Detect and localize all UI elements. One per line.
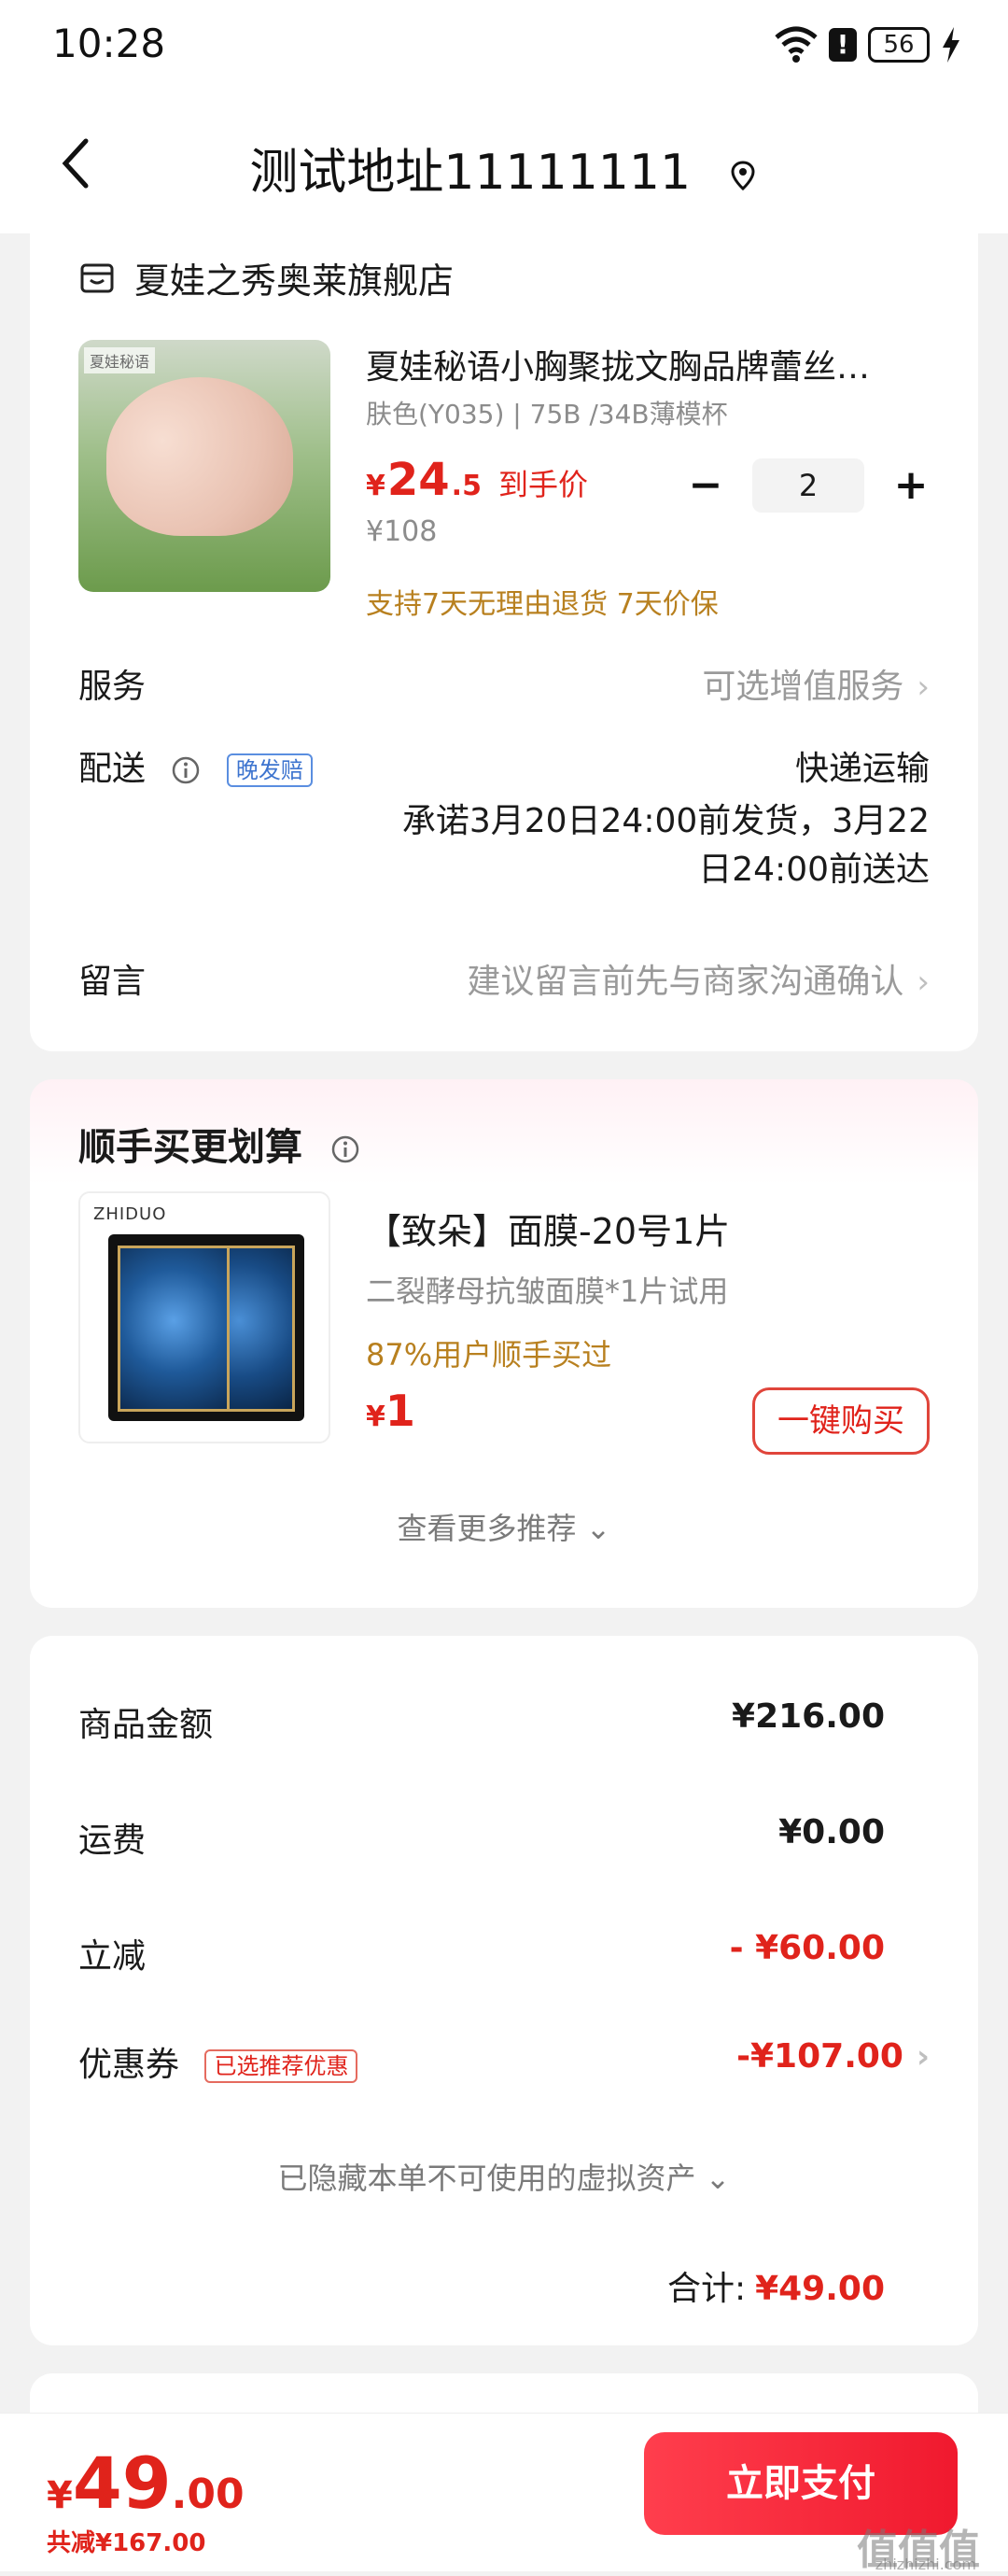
addon-image-brand: ZHIDUO [93, 1204, 167, 1224]
addon-purchase-stat: 87%用户顺手买过 [366, 1337, 612, 1372]
addon-price-symbol: ¥ [366, 1401, 385, 1433]
order-card: 夏娃之秀奥莱旗舰店 夏娃秘语 夏娃秘语小胸聚拢文胸品牌蕾丝… 肤色(Y035) … [30, 230, 978, 1051]
delivery-promise-line2: 日24:00前送达 [698, 851, 930, 889]
subtotal-value: ¥216.00 [732, 1697, 885, 1736]
bottom-price-symbol: ¥ [47, 2474, 73, 2517]
addon-product-name[interactable]: 【致朵】面膜-20号1片 [366, 1203, 730, 1254]
quantity-stepper: − 2 + [687, 458, 930, 513]
total-saved: 共减¥167.00 [47, 2529, 206, 2557]
product-image-brand: 夏娃秘语 [84, 347, 156, 373]
store-icon [80, 263, 114, 292]
total-value: ¥49.00 [755, 2270, 885, 2308]
watermark-url: zhizhizhi.com [875, 2555, 976, 2573]
product-price: ¥ 24 .5 到手价 [366, 454, 588, 506]
return-policy: 支持7天无理由退货 7天价保 [366, 588, 719, 621]
alert-icon: ! [829, 28, 857, 62]
coupon-label-row: 优惠券 已选推荐优惠 [78, 2037, 358, 2086]
price-integer: 24 [386, 454, 450, 506]
price-decimal: .5 [451, 470, 482, 502]
bottom-price-decimal: .00 [171, 2470, 245, 2518]
quantity-input[interactable]: 2 [752, 458, 864, 513]
addon-title: 顺手买更划算 [78, 1126, 302, 1169]
delivery-label-row: 配送 晚发赔 [78, 741, 313, 790]
hidden-assets-toggle[interactable]: 已隐藏本单不可使用的虚拟资产 ⌄ [30, 2155, 978, 2198]
chevron-right-icon: › [917, 669, 930, 706]
status-time: 10:28 [52, 21, 166, 66]
delivery-promise-line1: 承诺3月20日24:00前发货，3月22 [401, 802, 930, 840]
price-symbol: ¥ [366, 470, 385, 502]
subtotal-label: 商品金额 [78, 1706, 214, 1744]
coupon-label: 优惠券 [78, 2046, 180, 2084]
nav-bar: 测试地址11111111 [0, 93, 1008, 233]
coupon-row[interactable]: -¥107.00 › [736, 2037, 930, 2076]
shop-name: 夏娃之秀奥莱旗舰店 [134, 260, 455, 302]
shipping-label: 运费 [78, 1822, 147, 1860]
service-label: 服务 [78, 668, 147, 706]
one-click-buy-button[interactable]: 一键购买 [752, 1387, 930, 1455]
addon-product-desc: 二裂酵母抗皱面膜*1片试用 [366, 1274, 729, 1309]
chevron-right-icon: › [917, 964, 930, 1001]
discount-value: - ¥60.00 [729, 1929, 885, 1967]
total-row: 合计: ¥49.00 [667, 2261, 885, 2310]
product-photo-shape [106, 377, 293, 536]
more-recommendations-link[interactable]: 查看更多推荐 ⌄ [30, 1505, 978, 1548]
status-bar: 10:28 ! 56 [0, 0, 1008, 93]
message-placeholder: 建议留言前先与商家沟通确认 [467, 963, 904, 1001]
late-delivery-badge: 晚发赔 [226, 753, 313, 787]
service-row[interactable]: 可选增值服务 › [702, 659, 930, 708]
bottom-price-integer: 49 [72, 2442, 172, 2525]
increase-button[interactable]: + [892, 465, 930, 506]
address-title: 测试地址11111111 [249, 145, 692, 201]
bottom-total-price: ¥49.00 [47, 2442, 245, 2525]
discount-label: 立减 [78, 1937, 147, 1976]
info-icon[interactable] [171, 755, 201, 785]
addon-title-row: 顺手买更划算 [78, 1117, 360, 1171]
coupon-value: -¥107.00 [736, 2037, 903, 2076]
coupon-badge: 已选推荐优惠 [204, 2049, 358, 2083]
total-label: 合计: [666, 2270, 747, 2308]
charging-bolt-icon [943, 27, 959, 63]
info-icon[interactable] [330, 1134, 360, 1164]
decrease-button[interactable]: − [687, 465, 724, 506]
addon-product-image[interactable]: ZHIDUO [78, 1191, 330, 1443]
message-label: 留言 [78, 963, 147, 1001]
delivery-label: 配送 [78, 750, 147, 788]
location-pin-icon [731, 161, 755, 191]
delivery-method: 快递运输 [794, 750, 930, 788]
product-image[interactable]: 夏娃秘语 [78, 340, 330, 592]
price-summary-card: 商品金额 ¥216.00 运费 ¥0.00 立减 - ¥60.00 优惠券 已选… [30, 1636, 978, 2345]
product-spec[interactable]: 肤色(Y035) | 75B /34B薄模杯 [366, 394, 728, 431]
page-title[interactable]: 测试地址11111111 [0, 133, 1008, 203]
message-input[interactable]: 建议留言前先与商家沟通确认 › [467, 954, 930, 1003]
status-icons: ! 56 [775, 26, 961, 63]
chevron-right-icon: › [916, 2038, 930, 2076]
wifi-icon [775, 26, 818, 63]
mask-pack-shape [118, 1246, 230, 1412]
service-value: 可选增值服务 [702, 668, 904, 706]
addon-price: ¥1 [366, 1386, 415, 1436]
addon-card: 顺手买更划算 ZHIDUO 【致朵】面膜-20号1片 二裂酵母抗皱面膜*1片试用… [30, 1079, 978, 1608]
original-price: ¥108 [366, 515, 438, 548]
bottom-pay-bar: ¥49.00 共减¥167.00 立即支付 值值值 zhizhizhi.com [0, 2413, 1008, 2574]
battery-icon: 56 [868, 27, 930, 63]
product-title[interactable]: 夏娃秘语小胸聚拢文胸品牌蕾丝… [366, 340, 945, 388]
shop-header[interactable]: 夏娃之秀奥莱旗舰店 [78, 252, 454, 303]
addon-price-value: 1 [385, 1386, 415, 1436]
price-tag: 到手价 [497, 467, 588, 502]
shipping-value: ¥0.00 [778, 1813, 885, 1851]
